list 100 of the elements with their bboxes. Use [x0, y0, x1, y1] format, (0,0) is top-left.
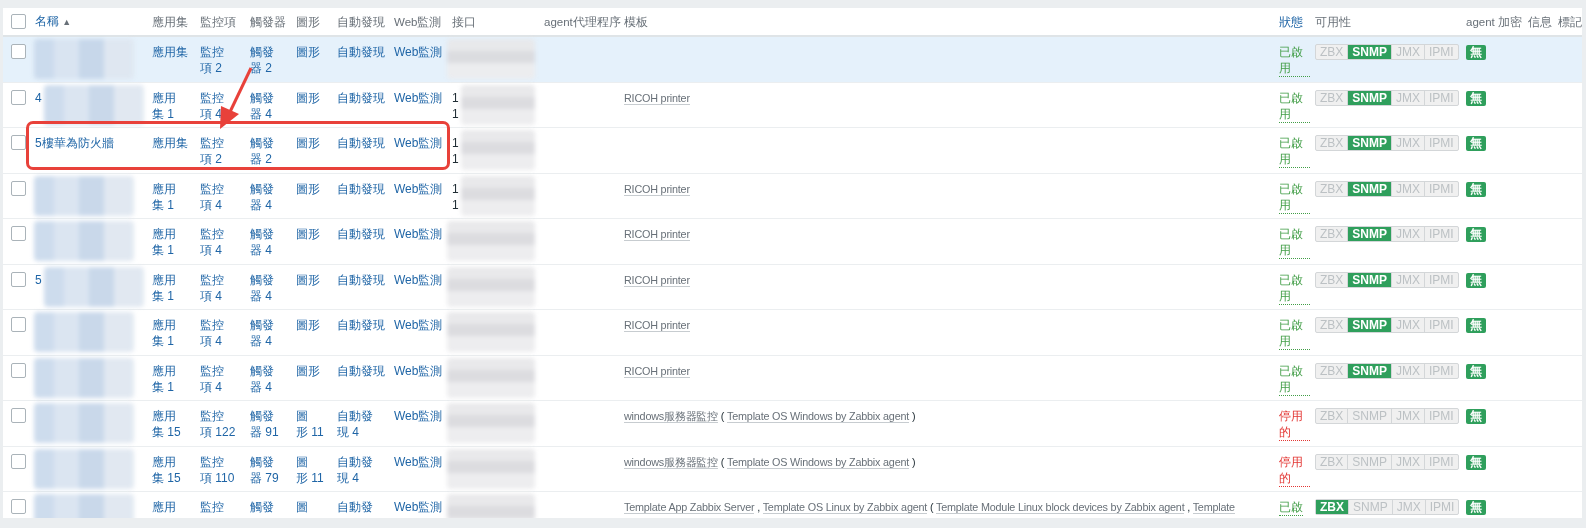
host-section-link[interactable]: 應用	[152, 499, 176, 515]
host-section-link[interactable]: 觸發器 4	[250, 226, 291, 258]
host-section-link[interactable]: 自動發現	[337, 44, 385, 60]
host-section-link[interactable]: Web監測	[394, 135, 443, 151]
host-section-link[interactable]: 監控	[200, 499, 224, 515]
host-section-link[interactable]: Web監測	[394, 317, 443, 333]
host-section-link[interactable]: 自動發現	[337, 362, 385, 379]
host-section-link[interactable]: 圖形	[296, 362, 320, 379]
host-section-link[interactable]: 監控項 4	[200, 226, 245, 258]
host-section-link[interactable]: Web監測	[394, 271, 443, 288]
status-link[interactable]: 已啟	[1279, 499, 1303, 516]
host-section-link[interactable]: 圖形 11	[296, 453, 332, 486]
host-name-link[interactable]: 5樓華為防火牆	[35, 135, 114, 151]
host-section-link[interactable]: 應用集 1	[152, 317, 195, 349]
host-section-link[interactable]: 觸發器 4	[250, 180, 291, 213]
column-header-link[interactable]: 狀態	[1279, 15, 1303, 28]
host-section-link[interactable]: Web監測	[394, 499, 443, 515]
host-section-link[interactable]: Web監測	[394, 408, 443, 424]
host-section-link[interactable]: 圖形 11	[296, 408, 332, 440]
host-section-link[interactable]: Web監測	[394, 362, 443, 379]
host-section-link[interactable]: 監控項 2	[200, 135, 245, 167]
host-section-link[interactable]: 自動發現	[337, 180, 385, 197]
row-checkbox[interactable]	[11, 408, 26, 423]
host-section-link[interactable]: 應用集 1	[152, 180, 195, 213]
template-link[interactable]: Template OS Linux by Zabbix agent	[762, 501, 928, 514]
host-section-link[interactable]: 觸發器 4	[250, 317, 291, 349]
select-all-checkbox[interactable]	[11, 14, 26, 29]
host-section-link[interactable]: Web監測	[394, 89, 443, 106]
host-section-link[interactable]: 圖形	[296, 135, 320, 151]
host-section-link[interactable]: 監控項 4	[200, 271, 245, 304]
host-section-link[interactable]: 圖形	[296, 226, 320, 242]
host-section-link[interactable]: 監控項 110	[200, 453, 245, 486]
column-header-link[interactable]: 名稱	[35, 15, 59, 27]
host-section-link[interactable]: 圖形	[296, 271, 320, 288]
host-section-link[interactable]: 自動發現	[337, 271, 385, 288]
row-checkbox[interactable]	[11, 44, 26, 59]
host-section-link[interactable]: 自動發現 4	[337, 453, 389, 486]
template-link[interactable]: Template Module Linux block devices by Zabbix agent	[935, 501, 1185, 514]
host-section-link[interactable]: 應用集 15	[152, 453, 195, 486]
template-link[interactable]: windows服務器監控	[624, 455, 718, 469]
template-link[interactable]: RICOH printer	[624, 364, 690, 378]
row-checkbox[interactable]	[11, 271, 26, 287]
host-section-link[interactable]: 觸發器 91	[250, 408, 291, 440]
host-section-link[interactable]: 觸發器 2	[250, 135, 291, 167]
template-link[interactable]: windows服務器監控	[624, 410, 718, 423]
row-checkbox[interactable]	[11, 317, 26, 332]
host-section-link[interactable]: 圖形	[296, 180, 320, 197]
template-link[interactable]: RICOH printer	[624, 182, 690, 196]
status-link[interactable]: 已啟用	[1279, 317, 1310, 350]
host-section-link[interactable]: 監控項 4	[200, 362, 245, 395]
row-checkbox[interactable]	[11, 453, 26, 469]
host-section-link[interactable]: 觸發器 2	[250, 44, 291, 76]
template-link[interactable]: Template	[1192, 501, 1235, 514]
row-checkbox[interactable]	[11, 180, 26, 196]
row-checkbox[interactable]	[11, 135, 26, 150]
template-link[interactable]: Template OS Windows by Zabbix agent	[727, 410, 910, 423]
host-section-link[interactable]: 自動發現	[337, 89, 385, 106]
host-section-link[interactable]: 自動發現	[337, 317, 385, 333]
host-section-link[interactable]: 觸發器 4	[250, 89, 291, 122]
status-link[interactable]: 已啟用	[1279, 180, 1310, 214]
host-section-link[interactable]: 自動發現	[337, 135, 385, 151]
host-section-link[interactable]: 應用集 15	[152, 408, 195, 440]
status-link[interactable]: 已啟用	[1279, 271, 1310, 305]
host-section-link[interactable]: 自動發現	[337, 226, 385, 242]
status-link[interactable]: 已啟用	[1279, 89, 1310, 123]
row-checkbox[interactable]	[11, 226, 26, 241]
row-checkbox[interactable]	[11, 362, 26, 378]
host-section-link[interactable]: 觸發器 79	[250, 453, 291, 486]
host-section-link[interactable]: 應用集 1	[152, 226, 195, 258]
template-link[interactable]: RICOH printer	[624, 273, 690, 287]
status-link[interactable]: 已啟用	[1279, 135, 1310, 168]
template-link[interactable]: RICOH printer	[624, 91, 690, 105]
host-section-link[interactable]: 應用集 1	[152, 89, 195, 122]
host-section-link[interactable]: Web監測	[394, 226, 443, 242]
host-section-link[interactable]: 圖形	[296, 89, 320, 106]
host-section-link[interactable]: Web監測	[394, 44, 443, 60]
host-section-link[interactable]: 監控項 122	[200, 408, 245, 440]
template-link[interactable]: Template OS Windows by Zabbix agent	[727, 455, 910, 469]
host-section-link[interactable]: 觸發器 4	[250, 271, 291, 304]
host-section-link[interactable]: 觸發	[250, 499, 274, 515]
template-link[interactable]: RICOH printer	[624, 228, 690, 241]
host-section-link[interactable]: 監控項 2	[200, 44, 245, 76]
host-section-link[interactable]: 應用集 1	[152, 362, 195, 395]
host-section-link[interactable]: 監控項 4	[200, 317, 245, 349]
host-section-link[interactable]: 應用集	[152, 44, 188, 60]
host-section-link[interactable]: 應用集 1	[152, 271, 195, 304]
host-section-link[interactable]: 自動發	[337, 499, 373, 515]
row-checkbox[interactable]	[11, 89, 26, 105]
row-checkbox[interactable]	[11, 499, 26, 514]
host-section-link[interactable]: 自動發現 4	[337, 408, 389, 440]
host-section-link[interactable]: 應用集	[152, 135, 188, 151]
host-section-link[interactable]: 圖形	[296, 317, 320, 333]
host-section-link[interactable]: Web監測	[394, 180, 443, 197]
status-link[interactable]: 已啟用	[1279, 226, 1310, 259]
template-link[interactable]: Template App Zabbix Server	[624, 501, 755, 514]
host-section-link[interactable]: 監控項 4	[200, 180, 245, 213]
host-section-link[interactable]: 監控項 4	[200, 89, 245, 122]
host-section-link[interactable]: 圖	[296, 499, 308, 515]
status-link[interactable]: 已啟用	[1279, 362, 1310, 396]
template-link[interactable]: RICOH printer	[624, 319, 690, 332]
